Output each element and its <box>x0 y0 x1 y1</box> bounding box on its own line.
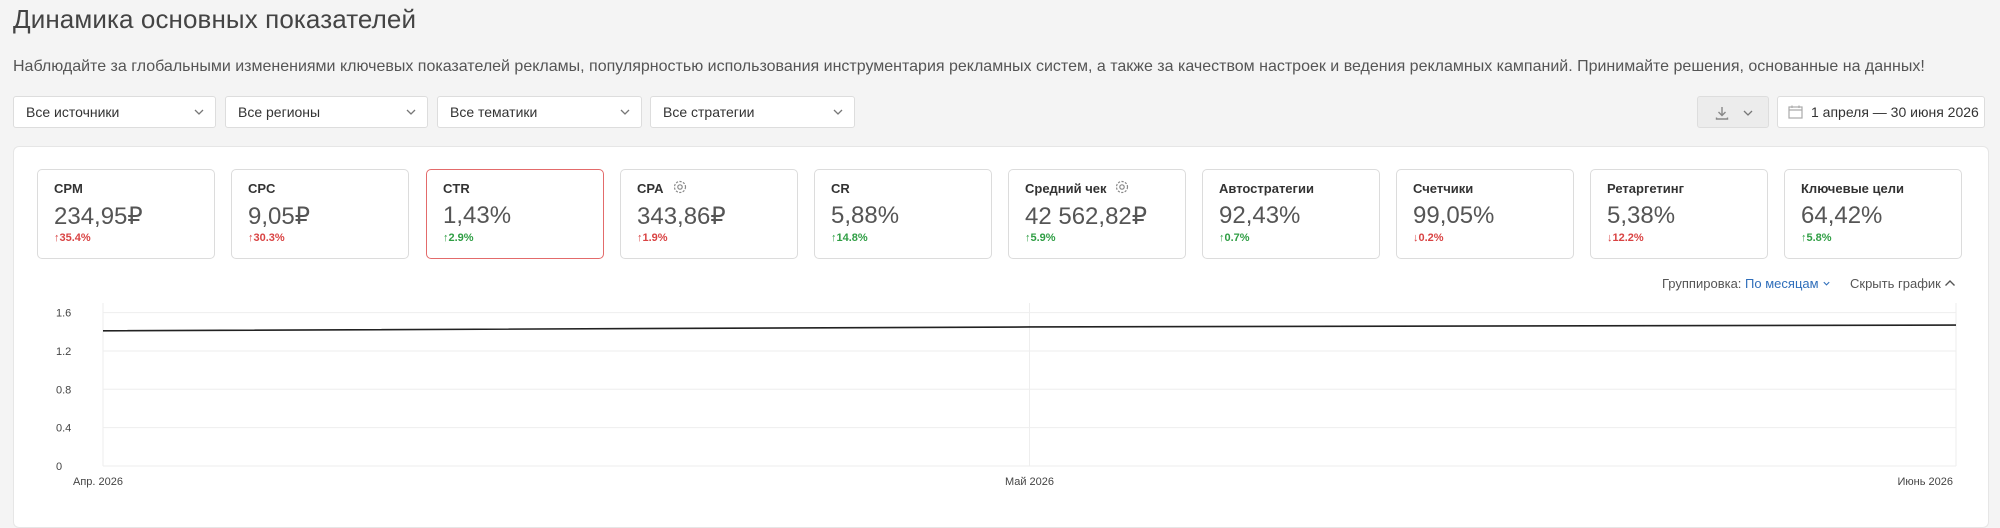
x-tick-label: Июнь 2026 <box>1898 476 1954 488</box>
y-tick-label: 0.4 <box>56 423 71 435</box>
y-tick-label: 1.2 <box>56 346 71 358</box>
x-tick-label: Апр. 2026 <box>73 476 123 488</box>
y-tick-label: 0 <box>56 461 62 473</box>
line-chart: 0 0.4 0.8 1.2 1.6 Апр. 2026 Май 2026 Июнь 2026 <box>56 303 1957 488</box>
y-tick-label: 0.8 <box>56 384 71 396</box>
y-tick-label: 1.6 <box>56 308 71 320</box>
x-tick-label: Май 2026 <box>1005 476 1054 488</box>
